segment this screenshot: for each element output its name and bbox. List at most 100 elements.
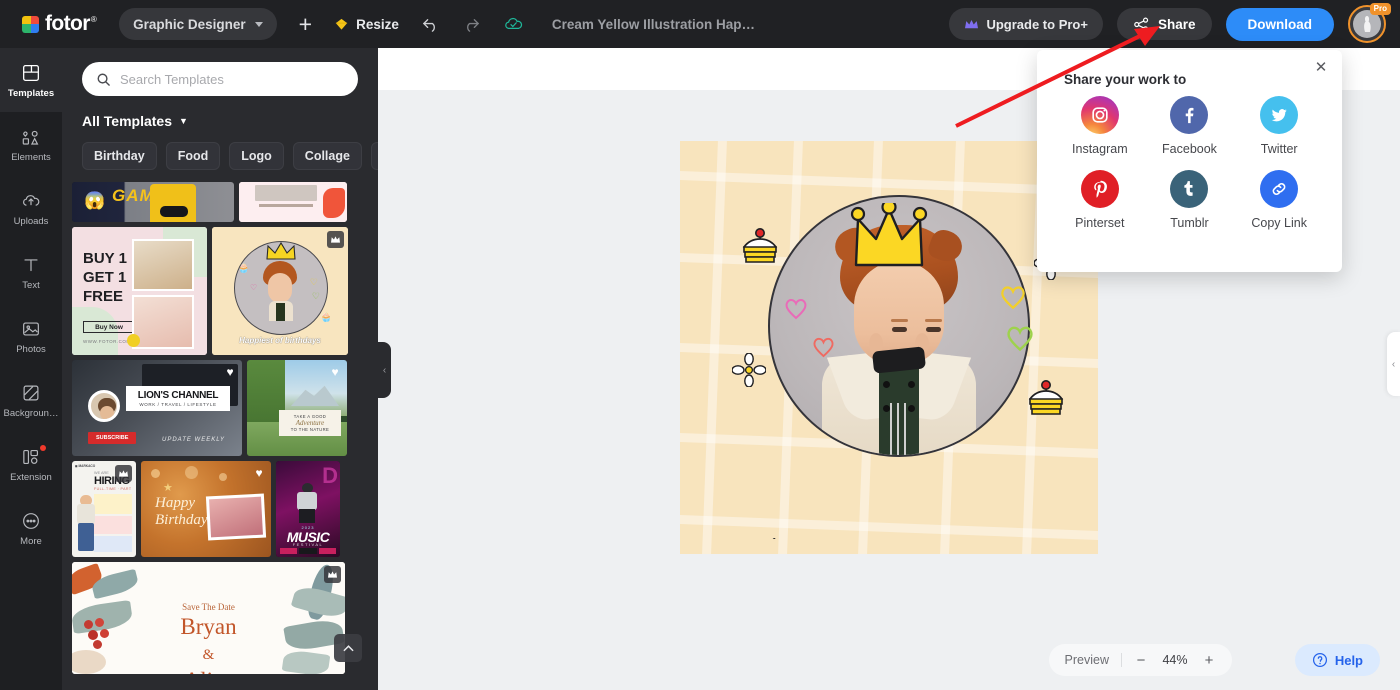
upgrade-to-pro-button[interactable]: Upgrade to Pro+ <box>949 8 1103 40</box>
sidebar-item-photos[interactable]: Photos <box>0 304 62 368</box>
chip-sale[interactable]: Sale <box>370 142 378 170</box>
search-input[interactable] <box>120 71 344 87</box>
template-lions-channel[interactable]: LION'S CHANNEL WORK / TRAVEL / LIFESTYLE… <box>72 360 242 456</box>
sidebar-item-templates[interactable]: Templates <box>0 48 62 112</box>
template-we-are-hiring[interactable]: ◼ MARKACO WE ARE HIRING FULL-TIME · PART <box>72 461 136 557</box>
sidebar-item-uploads[interactable]: Uploads <box>0 176 62 240</box>
search-templates-box[interactable] <box>82 62 358 96</box>
redo-button[interactable] <box>462 0 481 48</box>
user-avatar[interactable]: Pro <box>1348 3 1391 43</box>
heart-doodle-icon[interactable] <box>998 283 1028 310</box>
sidebar-item-extension[interactable]: Extension <box>0 432 62 496</box>
download-label: Download <box>1247 16 1313 32</box>
share-option-twitter[interactable]: Twitter <box>1234 96 1324 156</box>
redo-icon <box>467 18 479 32</box>
sidebar-item-text[interactable]: Text <box>0 240 62 304</box>
expand-right-panel-handle[interactable]: ‹ <box>1387 332 1400 396</box>
sidebar-item-label: Photos <box>16 343 46 355</box>
sidebar-item-background[interactable]: Backgroun… <box>0 368 62 432</box>
heart-doodle-icon[interactable] <box>811 335 836 358</box>
cloud-upload-icon <box>23 194 40 206</box>
help-button[interactable]: Help <box>1294 644 1380 676</box>
artboard[interactable]: Happiest ofbirthdays <box>680 141 1098 554</box>
top-toolbar-right: Upgrade to Pro+ Share Download Pro <box>949 0 1391 48</box>
heart-doodle-icon[interactable] <box>1004 323 1036 352</box>
share-option-facebook[interactable]: Facebook <box>1145 96 1235 156</box>
template-happiest-birthday[interactable]: 🧁 🧁 ♡ ♡ ♡ Happiest of birthdays <box>212 227 348 355</box>
more-dots-icon <box>23 512 39 529</box>
chevron-down-icon <box>254 21 263 27</box>
share-option-label: Twitter <box>1260 142 1298 156</box>
zoom-in-button[interactable]: + <box>1202 652 1216 669</box>
document-title[interactable]: Cream Yellow Illustration Hap… <box>552 17 755 32</box>
cupcake-doodle-icon[interactable] <box>1022 377 1070 425</box>
template-game-banner[interactable]: GAME 😱 <box>72 182 234 222</box>
chip-birthday[interactable]: Birthday <box>82 142 157 170</box>
diamond-icon <box>335 18 348 30</box>
crown-icon <box>328 571 337 578</box>
extension-icon <box>23 449 39 464</box>
plus-icon: + <box>298 10 313 37</box>
question-circle-icon <box>1312 652 1327 668</box>
premium-crown-badge <box>324 566 341 583</box>
fotor-logo[interactable]: fotor® <box>22 12 97 36</box>
template-buy-1-get-1-free[interactable]: BUY 1 GET 1 FREE Buy Now WWW.FOTOR.COM <box>72 227 207 355</box>
template-music-festival[interactable]: D 2023 MUSIC FESTIVAL <box>276 461 340 557</box>
chip-logo[interactable]: Logo <box>229 142 284 170</box>
eye-left <box>892 327 907 332</box>
logo-wordmark: fotor <box>45 12 90 35</box>
crown-icon <box>331 236 340 243</box>
favorite-badge[interactable]: ♥ <box>251 465 267 481</box>
chevron-left-icon: ‹ <box>1391 358 1396 370</box>
scroll-to-top-button[interactable] <box>334 634 362 662</box>
all-templates-label: All Templates <box>82 113 172 129</box>
template-happy-birthday-gold[interactable]: ★ Happy Birthday ♥ <box>141 461 271 557</box>
crown-doodle-icon[interactable] <box>840 203 938 273</box>
resize-button[interactable]: Resize <box>334 17 399 32</box>
search-icon <box>97 73 110 86</box>
top-toolbar: fotor® Graphic Designer + Resize Cream Y… <box>0 0 1400 48</box>
zoom-out-button[interactable]: − <box>1134 652 1148 669</box>
cupcake-doodle-icon[interactable] <box>736 225 784 273</box>
template-wedding-banner[interactable] <box>239 182 347 222</box>
heart-doodle-icon[interactable] <box>783 296 809 320</box>
cloud-saved-icon <box>505 17 522 29</box>
graphic-designer-dropdown[interactable]: Graphic Designer <box>119 8 277 40</box>
favorite-badge[interactable]: ♥ <box>222 364 238 380</box>
sidebar-item-label: Uploads <box>13 215 49 227</box>
share-option-label: Copy Link <box>1251 216 1307 230</box>
close-popup-button[interactable]: ✕ <box>1312 58 1330 76</box>
share-option-pinterest[interactable]: Pinterset <box>1055 170 1145 230</box>
link-icon <box>1260 170 1299 208</box>
favorite-badge[interactable]: ♥ <box>327 364 343 380</box>
facebook-icon <box>1170 96 1209 134</box>
sidebar-item-label: Backgroun… <box>3 407 59 419</box>
add-page-button[interactable]: + <box>299 0 312 48</box>
crown-icon <box>965 19 979 28</box>
headline-arc-text[interactable]: Happiest ofbirthdays <box>704 429 1094 539</box>
ukulele-headstock <box>871 346 927 374</box>
share-popup-title: Share your work to <box>1064 72 1187 87</box>
notification-dot <box>40 445 46 451</box>
template-save-the-date-bryan-alice[interactable]: Save The Date Bryan&Alice <box>72 562 345 674</box>
sidebar-item-more[interactable]: More <box>0 496 62 560</box>
share-button[interactable]: Share <box>1116 8 1212 40</box>
share-option-instagram[interactable]: Instagram <box>1055 96 1145 156</box>
category-chips: Birthday Food Logo Collage Sale › <box>82 142 378 170</box>
download-button[interactable]: Download <box>1225 7 1334 41</box>
undo-button[interactable] <box>421 0 440 48</box>
share-option-copy-link[interactable]: Copy Link <box>1234 170 1324 230</box>
cloud-saved-status[interactable] <box>503 0 524 48</box>
chip-food[interactable]: Food <box>165 142 221 170</box>
template-adventure-nature[interactable]: TAKE A GOOD Adventure TO THE NATURE ♥ <box>247 360 347 456</box>
sidebar-item-elements[interactable]: Elements <box>0 112 62 176</box>
chip-collage[interactable]: Collage <box>292 142 362 170</box>
collapse-panel-handle[interactable]: ‹ <box>378 342 391 398</box>
brow-left <box>891 319 908 322</box>
preview-button[interactable]: Preview <box>1065 653 1109 667</box>
all-templates-dropdown[interactable]: All Templates ▼ <box>82 113 378 129</box>
share-option-tumblr[interactable]: Tumblr <box>1145 170 1235 230</box>
flower-doodle-icon[interactable] <box>732 353 766 387</box>
image-icon <box>23 321 39 336</box>
layout-grid-icon <box>23 64 39 81</box>
